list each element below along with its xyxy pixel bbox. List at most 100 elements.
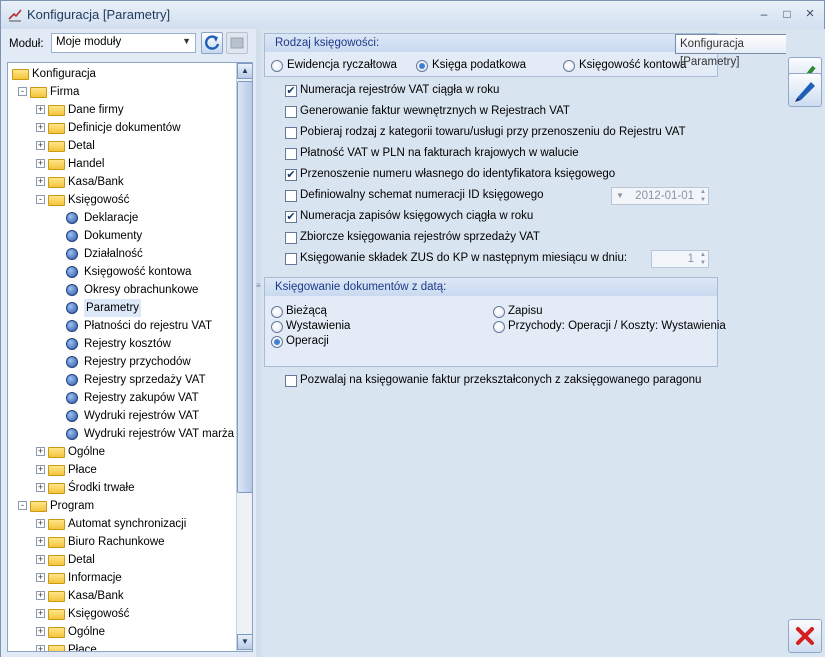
- accounting-type-radio[interactable]: [271, 60, 283, 72]
- option-checkbox[interactable]: ✔: [285, 169, 297, 181]
- expand-icon[interactable]: +: [36, 555, 45, 564]
- scroll-down-button[interactable]: ▼: [237, 634, 252, 650]
- refresh-icon: [204, 35, 220, 50]
- collapse-icon[interactable]: -: [36, 195, 45, 204]
- module-select[interactable]: Moje moduły ▼: [51, 33, 196, 53]
- minimize-button[interactable]: –: [753, 5, 775, 23]
- expand-icon[interactable]: +: [36, 141, 45, 150]
- tree-item[interactable]: Płatności do rejestru VAT: [8, 317, 234, 335]
- tree-item[interactable]: Parametry: [8, 299, 234, 317]
- cancel-button[interactable]: [788, 619, 822, 653]
- expand-icon[interactable]: +: [36, 591, 45, 600]
- tree-item[interactable]: + Kasa/Bank: [8, 173, 234, 191]
- maximize-button[interactable]: □: [776, 5, 798, 23]
- close-window-button[interactable]: ×: [799, 5, 821, 23]
- expand-icon[interactable]: +: [36, 105, 45, 114]
- tree-item[interactable]: Dokumenty: [8, 227, 234, 245]
- expand-icon[interactable]: +: [36, 159, 45, 168]
- tree-item[interactable]: Wydruki rejestrów VAT: [8, 407, 234, 425]
- accounting-type-label: Księga podatkowa: [432, 59, 526, 71]
- posting-date-radio[interactable]: [271, 336, 283, 348]
- option-checkbox[interactable]: [285, 253, 297, 265]
- tree-item[interactable]: Księgowość kontowa: [8, 263, 234, 281]
- expand-icon[interactable]: +: [36, 645, 45, 651]
- zus-day-field[interactable]: 1 ▲ ▼: [651, 250, 709, 268]
- expand-icon[interactable]: +: [36, 483, 45, 492]
- option-checkbox[interactable]: [285, 148, 297, 160]
- tree-item[interactable]: Konfiguracja: [8, 65, 234, 83]
- posting-date-radio[interactable]: [271, 321, 283, 333]
- posting-date-radio[interactable]: [493, 306, 505, 318]
- tree-item-label: Księgowość: [68, 194, 130, 206]
- collapse-icon[interactable]: -: [18, 501, 27, 510]
- config-tree[interactable]: Konfiguracja - Firma + Dane firmy + Definicje …: [7, 62, 253, 652]
- scroll-up-button[interactable]: ▲: [237, 63, 252, 79]
- tree-item-label: Konfiguracja: [32, 68, 96, 80]
- expand-icon[interactable]: +: [36, 447, 45, 456]
- tree-item[interactable]: Okresy obrachunkowe: [8, 281, 234, 299]
- refresh-button[interactable]: [201, 32, 223, 54]
- leaf-icon: [66, 374, 78, 386]
- tree-item[interactable]: Rejestry sprzedaży VAT: [8, 371, 234, 389]
- tree-item[interactable]: - Księgowość: [8, 191, 234, 209]
- expand-icon[interactable]: +: [36, 627, 45, 636]
- title-bar[interactable]: Konfiguracja [Parametry] – □ ×: [1, 1, 824, 29]
- tree-item[interactable]: Wydruki rejestrów VAT marża: [8, 425, 234, 443]
- expand-icon[interactable]: +: [36, 465, 45, 474]
- option-checkbox[interactable]: [285, 232, 297, 244]
- expand-icon[interactable]: +: [36, 573, 45, 582]
- tree-item[interactable]: + Środki trwałe: [8, 479, 234, 497]
- expand-icon[interactable]: +: [36, 177, 45, 186]
- tree-item[interactable]: Rejestry zakupów VAT: [8, 389, 234, 407]
- tree-item[interactable]: Rejestry kosztów: [8, 335, 234, 353]
- tree-item[interactable]: + Automat synchronizacji: [8, 515, 234, 533]
- tree-item[interactable]: Działalność: [8, 245, 234, 263]
- tree-item[interactable]: + Detal: [8, 551, 234, 569]
- option-checkbox[interactable]: ✔: [285, 85, 297, 97]
- option-checkbox[interactable]: [285, 190, 297, 202]
- tree-item[interactable]: Deklaracje: [8, 209, 234, 227]
- numbering-date-field[interactable]: ▼ 2012-01-01 ▲ ▼: [611, 187, 709, 205]
- tree-item[interactable]: + Płace: [8, 461, 234, 479]
- accounting-type-radio[interactable]: [416, 60, 428, 72]
- tree-item[interactable]: - Firma: [8, 83, 234, 101]
- folder-icon: [48, 141, 65, 152]
- tree-item[interactable]: + Ogólne: [8, 443, 234, 461]
- posting-date-radio[interactable]: [271, 306, 283, 318]
- expand-icon[interactable]: +: [36, 609, 45, 618]
- folder-icon: [48, 627, 65, 638]
- disabled-toolbar-button[interactable]: [226, 32, 248, 54]
- option-label: Płatność VAT w PLN na fakturach krajowyc…: [300, 147, 579, 159]
- posting-date-label: Zapisu: [508, 305, 543, 317]
- posting-date-radio[interactable]: [493, 321, 505, 333]
- collapse-icon[interactable]: -: [18, 87, 27, 96]
- tree-item[interactable]: + Kasa/Bank: [8, 587, 234, 605]
- paragon-option-checkbox[interactable]: [285, 375, 297, 387]
- option-checkbox[interactable]: ✔: [285, 211, 297, 223]
- tree-item-label: Ogólne: [68, 626, 106, 638]
- tree-item[interactable]: + Ogólne: [8, 623, 234, 641]
- option-checkbox[interactable]: [285, 106, 297, 118]
- expand-icon[interactable]: +: [36, 537, 45, 546]
- expand-icon[interactable]: +: [36, 519, 45, 528]
- tree-item[interactable]: + Definicje dokumentów: [8, 119, 234, 137]
- expand-icon[interactable]: +: [36, 123, 45, 132]
- tree-item-label: Wydruki rejestrów VAT: [84, 410, 200, 422]
- tree-item[interactable]: + Księgowość: [8, 605, 234, 623]
- tree-item[interactable]: + Informacje: [8, 569, 234, 587]
- posting-date-label: Operacji: [286, 335, 329, 347]
- accounting-type-radio[interactable]: [563, 60, 575, 72]
- tree-item-label: Rejestry kosztów: [84, 338, 171, 350]
- tree-item[interactable]: + Płace: [8, 641, 234, 651]
- tree-item[interactable]: + Biuro Rachunkowe: [8, 533, 234, 551]
- tree-item[interactable]: - Program: [8, 497, 234, 515]
- tree-item[interactable]: + Handel: [8, 155, 234, 173]
- tree-item[interactable]: + Dane firmy: [8, 101, 234, 119]
- option-checkbox[interactable]: [285, 127, 297, 139]
- tree-scrollbar[interactable]: ▲ ▼: [236, 63, 252, 651]
- scroll-thumb[interactable]: [237, 81, 252, 493]
- tree-item[interactable]: + Detal: [8, 137, 234, 155]
- tree-item-label: Środki trwałe: [68, 482, 135, 494]
- tree-item[interactable]: Rejestry przychodów: [8, 353, 234, 371]
- edit-button[interactable]: [788, 73, 822, 107]
